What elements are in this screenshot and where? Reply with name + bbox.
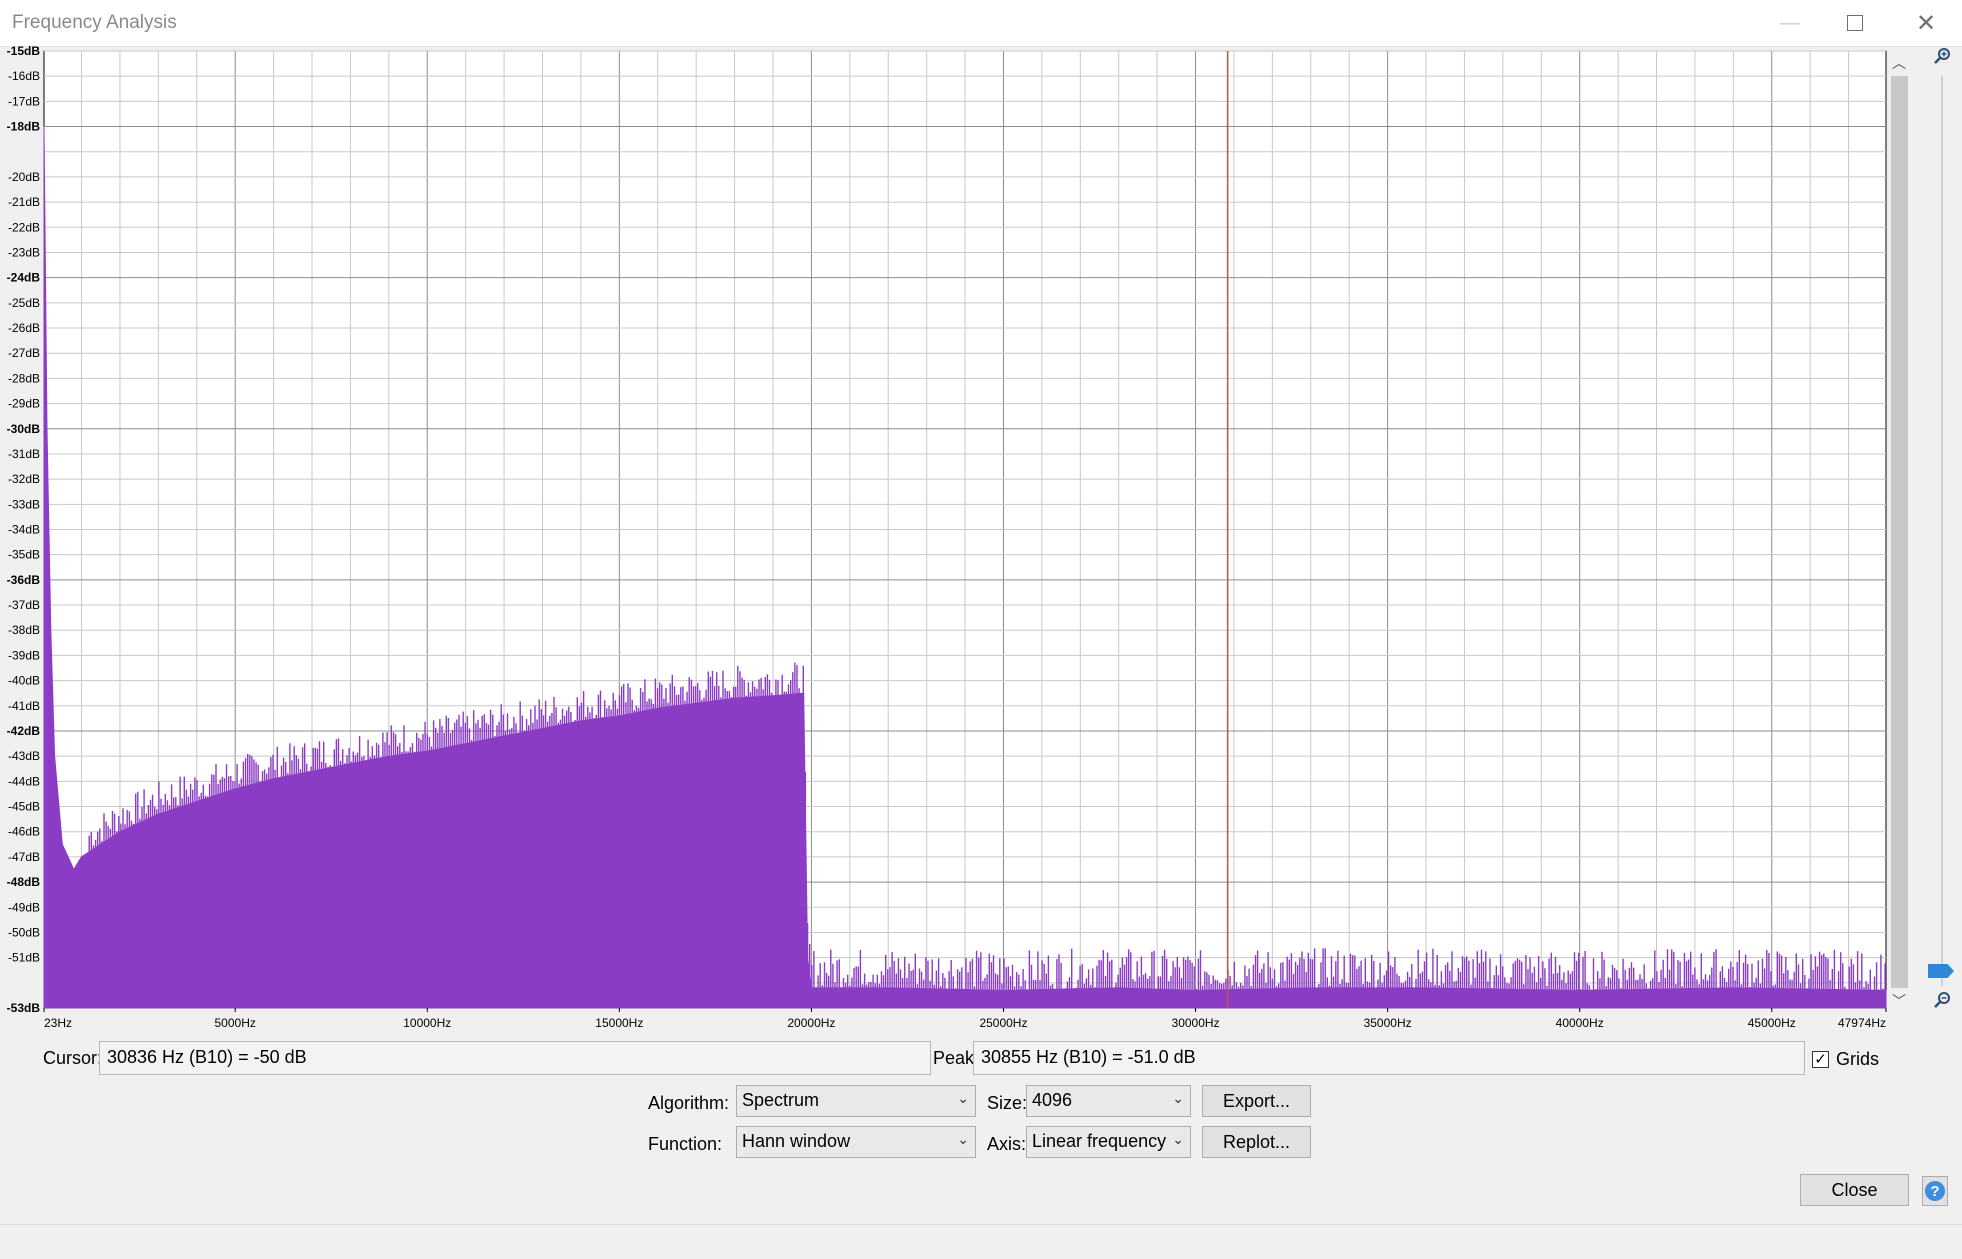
function-select[interactable]: Hann window ⌄ [736, 1126, 976, 1158]
y-tick-label: -49dB [8, 900, 40, 914]
cursor-label: Cursor: [43, 1048, 103, 1068]
y-tick-label: -32dB [8, 472, 40, 486]
algorithm-label: Algorithm: [648, 1093, 730, 1113]
function-label: Function: [648, 1134, 723, 1154]
y-tick-label: -20dB [8, 170, 40, 184]
maximize-button[interactable] [1825, 0, 1885, 46]
y-tick-label: -46dB [8, 825, 40, 839]
algorithm-value: Spectrum [742, 1090, 820, 1110]
y-tick-label: -23dB [8, 245, 40, 259]
x-tick-label: 45000Hz [1748, 1016, 1796, 1030]
y-tick-label: -42dB [7, 724, 41, 738]
grids-checkbox[interactable]: ✓ [1812, 1051, 1829, 1068]
spectrum-plot-area[interactable]: -15dB -16dB -17dB -18dB -20dB -21dB -22dB -23dB… [0, 46, 1962, 1036]
chevron-down-icon: ⌄ [957, 1131, 969, 1147]
x-tick-label: 5000Hz [215, 1016, 256, 1030]
x-tick-label: 10000Hz [403, 1016, 451, 1030]
x-tick-label: 15000Hz [595, 1016, 643, 1030]
algorithm-select[interactable]: Spectrum ⌄ [736, 1085, 976, 1117]
y-tick-label: -27dB [8, 346, 40, 360]
y-tick-label: -38dB [8, 623, 40, 637]
check-icon: ✓ [1814, 1051, 1827, 1068]
status-bar [0, 1224, 1962, 1259]
y-tick-label: -17dB [8, 94, 40, 108]
size-value: 4096 [1032, 1090, 1073, 1110]
y-tick-label: -34dB [8, 523, 40, 537]
close-icon: ✕ [1915, 9, 1937, 37]
y-tick-label: -33dB [8, 497, 40, 511]
y-tick-label: -53dB [7, 1001, 41, 1015]
x-tick-label: 35000Hz [1364, 1016, 1412, 1030]
y-tick-label: -44dB [8, 774, 40, 788]
y-tick-label: -16dB [8, 69, 40, 83]
y-tick-label: -26dB [8, 321, 40, 335]
window-title: Frequency Analysis [12, 12, 177, 33]
y-tick-label: -43dB [8, 749, 40, 763]
replot-button[interactable]: Replot... [1202, 1126, 1311, 1158]
y-tick-label: -45dB [8, 800, 40, 814]
help-icon: ? [1925, 1181, 1945, 1201]
zoom-slider[interactable] [1924, 46, 1962, 1016]
y-tick-label: -24dB [7, 271, 41, 285]
minimize-button[interactable]: — [1760, 0, 1820, 46]
y-tick-label: -40dB [8, 674, 40, 688]
size-select[interactable]: 4096 ⌄ [1026, 1085, 1191, 1117]
minimize-icon: — [1780, 11, 1800, 34]
close-button[interactable]: Close [1800, 1174, 1909, 1206]
x-tick-label: 20000Hz [787, 1016, 835, 1030]
y-tick-label: -36dB [7, 573, 41, 587]
y-tick-label: -41dB [8, 699, 40, 713]
chevron-down-icon: ⌄ [1172, 1090, 1184, 1106]
title-bar: Frequency Analysis — ✕ [0, 0, 1962, 47]
y-tick-label: -25dB [8, 296, 40, 310]
y-tick-label: -35dB [8, 548, 40, 562]
y-tick-label: -39dB [8, 648, 40, 662]
y-tick-label: -22dB [8, 220, 40, 234]
help-button[interactable]: ? [1922, 1176, 1948, 1206]
vertical-scrollbar[interactable]: ︿ ﹀ [1888, 52, 1910, 1012]
y-tick-label: -47dB [8, 850, 40, 864]
spectrum-chart[interactable]: -15dB -16dB -17dB -18dB -20dB -21dB -22dB -23dB… [0, 46, 1962, 1036]
maximize-icon [1847, 15, 1863, 31]
size-label: Size: [987, 1093, 1028, 1113]
y-tick-label: -28dB [8, 371, 40, 385]
y-tick-label: -21dB [8, 195, 40, 209]
zoom-out-icon[interactable] [1932, 990, 1952, 1010]
axis-select[interactable]: Linear frequency ⌄ [1026, 1126, 1191, 1158]
y-tick-label: -50dB [8, 925, 40, 939]
x-tick-label: 40000Hz [1556, 1016, 1604, 1030]
close-window-button[interactable]: ✕ [1896, 0, 1956, 46]
grids-label: Grids [1836, 1049, 1880, 1069]
y-tick-label: -29dB [8, 397, 40, 411]
export-button[interactable]: Export... [1202, 1085, 1311, 1117]
x-tick-label: 25000Hz [979, 1016, 1027, 1030]
zoom-in-icon[interactable] [1932, 46, 1952, 66]
chevron-up-icon: ︿ [1892, 55, 1906, 71]
x-tick-label: 47974Hz [1838, 1016, 1886, 1030]
cursor-readout: 30836 Hz (B10) = -50 dB [99, 1041, 931, 1075]
scroll-down-button[interactable]: ﹀ [1888, 990, 1910, 1012]
zoom-track[interactable] [1941, 76, 1943, 986]
axis-value: Linear frequency [1032, 1131, 1167, 1151]
chevron-down-icon: ⌄ [957, 1090, 969, 1106]
chevron-down-icon: ﹀ [1892, 993, 1906, 1009]
peak-readout: 30855 Hz (B10) = -51.0 dB [973, 1041, 1805, 1075]
y-tick-label: -48dB [7, 875, 41, 889]
y-tick-label: -15dB [7, 46, 41, 58]
zoom-thumb[interactable] [1928, 964, 1954, 978]
scroll-up-button[interactable]: ︿ [1888, 52, 1910, 74]
y-tick-label: -30dB [7, 422, 41, 436]
y-tick-label: -37dB [8, 598, 40, 612]
x-tick-label: 30000Hz [1172, 1016, 1220, 1030]
y-tick-label: -31dB [8, 447, 40, 461]
x-tick-label: 23Hz [44, 1016, 72, 1030]
scrollbar-thumb[interactable] [1891, 76, 1908, 988]
function-value: Hann window [742, 1131, 851, 1151]
y-tick-label: -51dB [8, 951, 40, 965]
chevron-down-icon: ⌄ [1172, 1131, 1184, 1147]
axis-label: Axis: [987, 1134, 1027, 1154]
y-tick-label: -18dB [7, 120, 41, 134]
